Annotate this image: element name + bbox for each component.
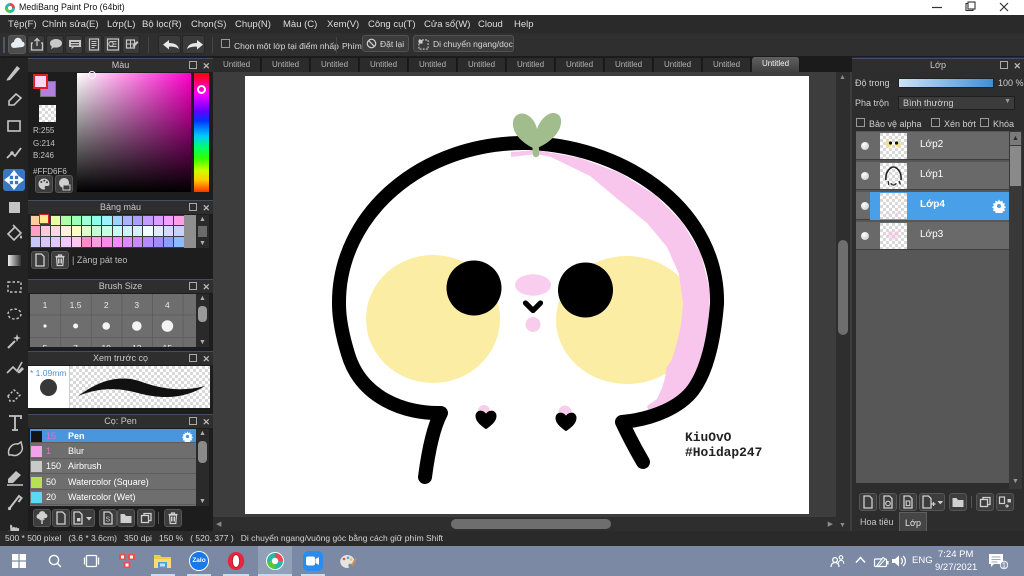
- svg-text:1: 1: [1002, 561, 1006, 570]
- svg-text:1: 1: [43, 300, 48, 310]
- svg-text:7: 7: [73, 343, 78, 347]
- svg-text:#Hoidap247: #Hoidap247: [685, 445, 762, 460]
- svg-text:3: 3: [134, 300, 139, 310]
- svg-text:S: S: [106, 517, 111, 524]
- svg-text:10: 10: [101, 343, 111, 347]
- svg-text:1.5: 1.5: [70, 300, 82, 310]
- svg-text:KiuOvO: KiuOvO: [685, 430, 732, 445]
- svg-text:15: 15: [163, 343, 173, 347]
- svg-text:4: 4: [165, 300, 170, 310]
- svg-text:13: 13: [132, 343, 142, 347]
- svg-text:2: 2: [104, 300, 109, 310]
- svg-text:5: 5: [43, 343, 48, 347]
